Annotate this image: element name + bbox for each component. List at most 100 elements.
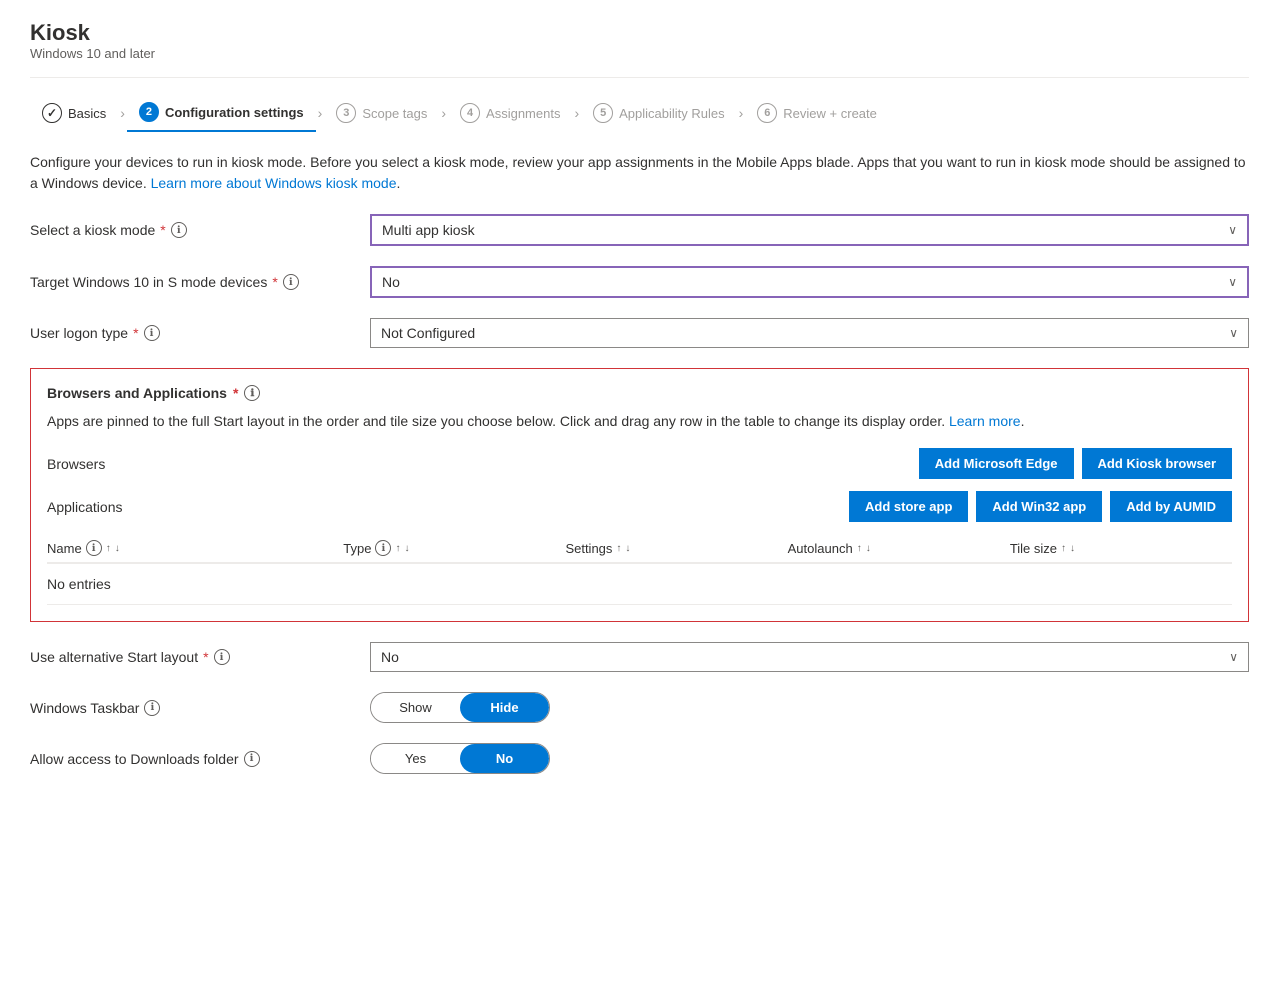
tab-assignments[interactable]: 4 Assignments [448, 95, 572, 131]
browsers-learn-more-link[interactable]: Learn more [949, 413, 1021, 429]
tab-configuration[interactable]: 2 Configuration settings [127, 94, 316, 132]
tab-assignments-label: Assignments [486, 106, 560, 121]
col-name[interactable]: Name ℹ ↑ ↓ [47, 540, 343, 556]
col-settings-sort-up-icon[interactable]: ↑ [616, 543, 621, 554]
user-logon-row: User logon type * ℹ Not Configured ∨ [30, 318, 1249, 348]
downloads-folder-info-icon: ℹ [244, 751, 260, 767]
alt-start-chevron-icon: ∨ [1229, 650, 1238, 664]
taskbar-hide-option[interactable]: Hide [460, 693, 549, 722]
wizard-nav: ✓ Basics › 2 Configuration settings › 3 … [30, 94, 1249, 132]
windows-taskbar-label: Windows Taskbar ℹ [30, 700, 370, 716]
tab-scope-circle: 3 [336, 103, 356, 123]
kiosk-mode-dropdown-container: Multi app kiosk ∨ [370, 214, 1249, 246]
target-windows-dropdown-container: No ∨ [370, 266, 1249, 298]
browsers-label: Browsers [47, 456, 167, 472]
col-settings-sort-down-icon[interactable]: ↓ [625, 543, 630, 554]
downloads-no-option[interactable]: No [460, 744, 549, 773]
add-win32-app-button[interactable]: Add Win32 app [976, 491, 1102, 522]
description-text: Configure your devices to run in kiosk m… [30, 152, 1249, 194]
browsers-section-desc: Apps are pinned to the full Start layout… [47, 411, 1232, 432]
page-header: Kiosk Windows 10 and later [30, 20, 1249, 61]
col-tilesize[interactable]: Tile size ↑ ↓ [1010, 540, 1232, 556]
kiosk-mode-label: Select a kiosk mode * ℹ [30, 222, 370, 238]
add-by-aumid-button[interactable]: Add by AUMID [1110, 491, 1232, 522]
windows-taskbar-row: Windows Taskbar ℹ Show Hide [30, 692, 1249, 723]
page-title: Kiosk [30, 20, 1249, 46]
applications-btn-row: Applications Add store app Add Win32 app… [47, 491, 1232, 522]
tab-review[interactable]: 6 Review + create [745, 95, 889, 131]
tab-basics-label: Basics [68, 106, 106, 121]
target-windows-dropdown[interactable]: No ∨ [370, 266, 1249, 298]
col-tilesize-sort-down-icon[interactable]: ↓ [1070, 543, 1075, 554]
applications-btn-group: Add store app Add Win32 app Add by AUMID [849, 491, 1232, 522]
browsers-btn-group: Add Microsoft Edge Add Kiosk browser [919, 448, 1232, 479]
browsers-section: Browsers and Applications * ℹ Apps are p… [30, 368, 1249, 622]
alt-start-dropdown-container: No ∨ [370, 642, 1249, 672]
browsers-btn-row: Browsers Add Microsoft Edge Add Kiosk br… [47, 448, 1232, 479]
target-windows-chevron-icon: ∨ [1228, 275, 1237, 289]
browsers-section-title: Browsers and Applications * ℹ [47, 385, 1232, 401]
tab-basics[interactable]: ✓ Basics [30, 95, 118, 131]
col-settings[interactable]: Settings ↑ ↓ [565, 540, 787, 556]
table-header: Name ℹ ↑ ↓ Type ℹ ↑ ↓ Settings ↑ ↓ A [47, 534, 1232, 563]
col-autolaunch-sort-up-icon[interactable]: ↑ [857, 543, 862, 554]
user-logon-info-icon: ℹ [144, 325, 160, 341]
tab-applicability[interactable]: 5 Applicability Rules [581, 95, 737, 131]
kiosk-mode-info-icon: ℹ [171, 222, 187, 238]
user-logon-label: User logon type * ℹ [30, 325, 370, 341]
tab-review-label: Review + create [783, 106, 877, 121]
target-windows-label: Target Windows 10 in S mode devices * ℹ [30, 274, 370, 290]
target-windows-row: Target Windows 10 in S mode devices * ℹ … [30, 266, 1249, 298]
col-type-info-icon: ℹ [375, 540, 391, 556]
kiosk-mode-dropdown[interactable]: Multi app kiosk ∨ [370, 214, 1249, 246]
user-logon-dropdown-container: Not Configured ∨ [370, 318, 1249, 348]
header-divider [30, 77, 1249, 78]
alt-start-info-icon: ℹ [214, 649, 230, 665]
target-windows-info-icon: ℹ [283, 274, 299, 290]
col-autolaunch-sort-down-icon[interactable]: ↓ [866, 543, 871, 554]
col-name-sort-down-icon[interactable]: ↓ [115, 543, 120, 554]
table-empty-message: No entries [47, 564, 1232, 604]
tab-basics-circle: ✓ [42, 103, 62, 123]
tab-assignments-circle: 4 [460, 103, 480, 123]
tab-scope-label: Scope tags [362, 106, 427, 121]
apps-table: Name ℹ ↑ ↓ Type ℹ ↑ ↓ Settings ↑ ↓ A [47, 534, 1232, 605]
col-type-sort-down-icon[interactable]: ↓ [404, 543, 409, 554]
applications-label: Applications [47, 499, 167, 515]
windows-taskbar-info-icon: ℹ [144, 700, 160, 716]
downloads-folder-toggle: Yes No [370, 743, 1249, 774]
alt-start-label: Use alternative Start layout * ℹ [30, 649, 370, 665]
downloads-folder-label: Allow access to Downloads folder ℹ [30, 751, 370, 767]
col-name-info-icon: ℹ [86, 540, 102, 556]
tab-review-circle: 6 [757, 103, 777, 123]
downloads-folder-row: Allow access to Downloads folder ℹ Yes N… [30, 743, 1249, 774]
user-logon-dropdown[interactable]: Not Configured ∨ [370, 318, 1249, 348]
windows-taskbar-toggle: Show Hide [370, 692, 1249, 723]
col-type-sort-up-icon[interactable]: ↑ [395, 543, 400, 554]
page-subtitle: Windows 10 and later [30, 46, 1249, 61]
alt-start-dropdown[interactable]: No ∨ [370, 642, 1249, 672]
taskbar-toggle-switch[interactable]: Show Hide [370, 692, 550, 723]
col-tilesize-sort-up-icon[interactable]: ↑ [1061, 543, 1066, 554]
learn-more-link[interactable]: Learn more about Windows kiosk mode [151, 175, 397, 191]
col-type[interactable]: Type ℹ ↑ ↓ [343, 540, 565, 556]
tab-applicability-label: Applicability Rules [619, 106, 725, 121]
browsers-section-info-icon: ℹ [244, 385, 260, 401]
alt-start-row: Use alternative Start layout * ℹ No ∨ [30, 642, 1249, 672]
tab-applicability-circle: 5 [593, 103, 613, 123]
col-name-sort-up-icon[interactable]: ↑ [106, 543, 111, 554]
tab-configuration-label: Configuration settings [165, 105, 304, 120]
tab-scope[interactable]: 3 Scope tags [324, 95, 439, 131]
downloads-toggle-switch[interactable]: Yes No [370, 743, 550, 774]
tab-configuration-circle: 2 [139, 102, 159, 122]
table-footer-divider [47, 604, 1232, 605]
add-kiosk-browser-button[interactable]: Add Kiosk browser [1082, 448, 1232, 479]
add-store-app-button[interactable]: Add store app [849, 491, 968, 522]
kiosk-mode-chevron-icon: ∨ [1228, 223, 1237, 237]
add-microsoft-edge-button[interactable]: Add Microsoft Edge [919, 448, 1074, 479]
col-autolaunch[interactable]: Autolaunch ↑ ↓ [788, 540, 1010, 556]
taskbar-show-option[interactable]: Show [371, 693, 460, 722]
kiosk-mode-row: Select a kiosk mode * ℹ Multi app kiosk … [30, 214, 1249, 246]
user-logon-chevron-icon: ∨ [1229, 326, 1238, 340]
downloads-yes-option[interactable]: Yes [371, 744, 460, 773]
